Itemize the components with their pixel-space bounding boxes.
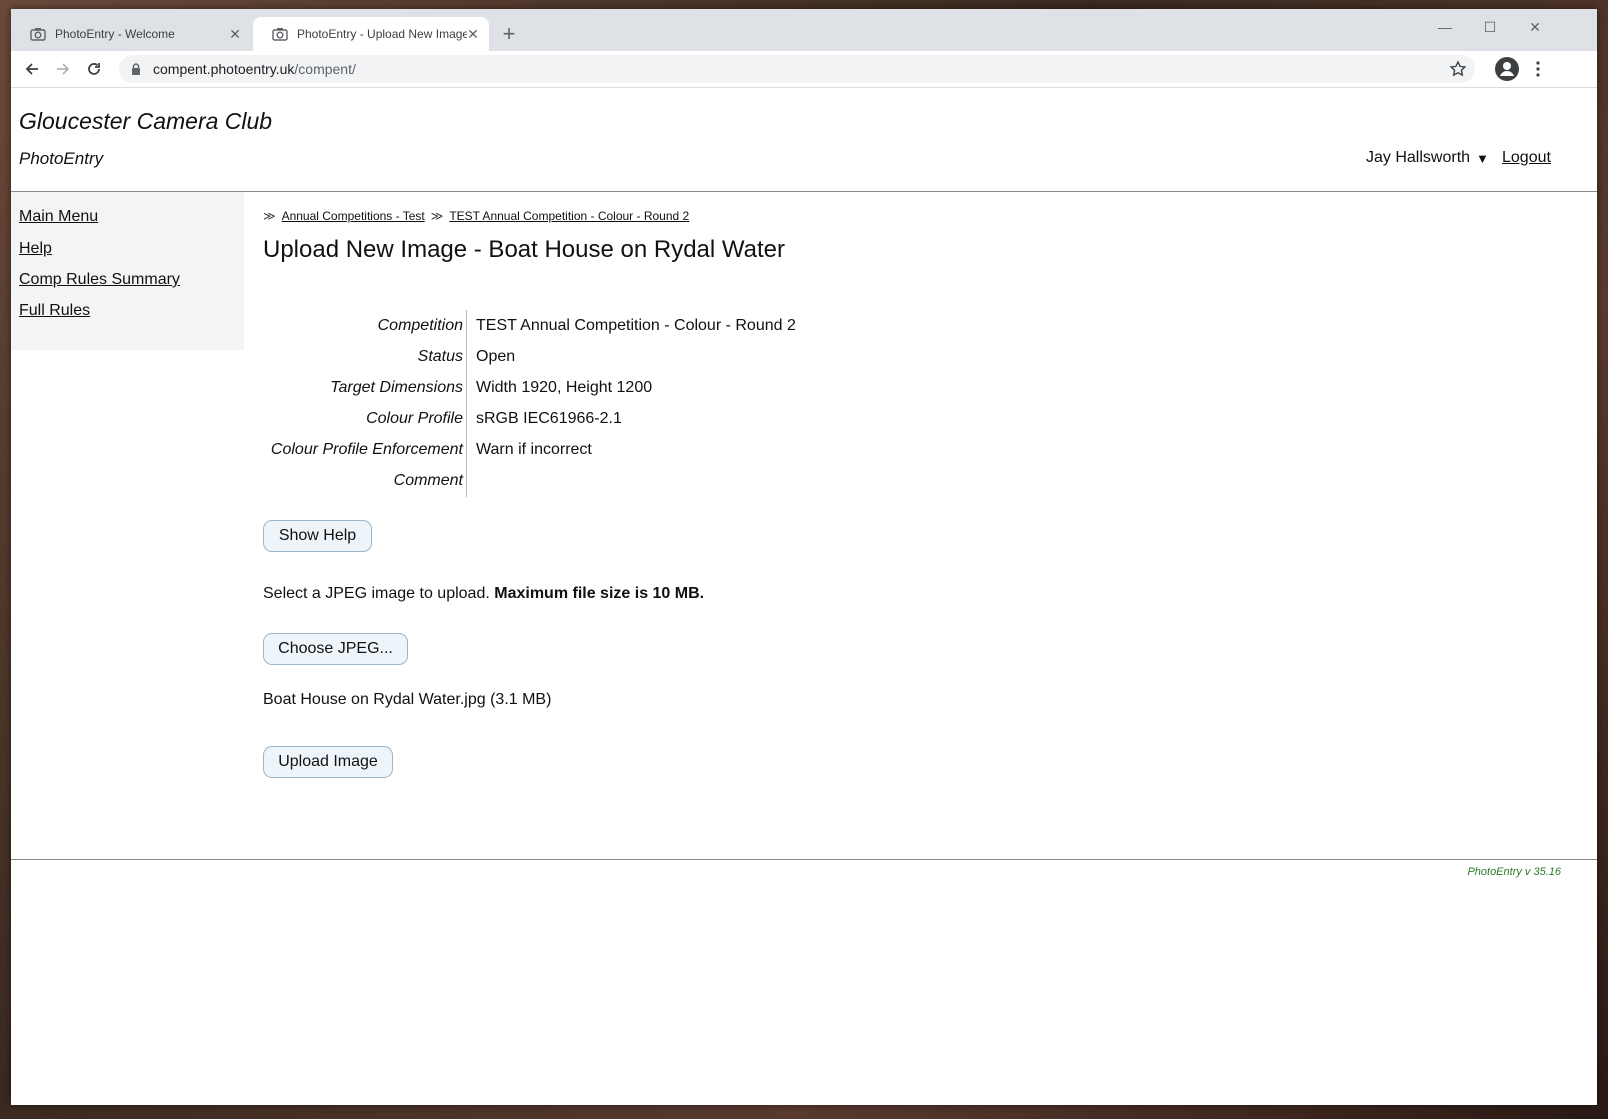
reload-icon[interactable] bbox=[80, 55, 108, 83]
url-path: /compent/ bbox=[294, 61, 356, 77]
breadcrumb-link-competition-round[interactable]: TEST Annual Competition - Colour - Round… bbox=[449, 209, 689, 223]
max-file-size-text: Maximum file size is 10 MB. bbox=[494, 585, 705, 602]
tab-title: PhotoEntry - Upload New Image bbox=[297, 27, 467, 41]
detail-label: Target Dimensions bbox=[330, 378, 463, 396]
detail-label: Colour Profile bbox=[366, 409, 463, 427]
sidebar-item-main-menu[interactable]: Main Menu bbox=[19, 208, 98, 226]
detail-value: sRGB IEC61966-2.1 bbox=[476, 409, 622, 427]
detail-label: Status bbox=[417, 347, 463, 365]
new-tab-plus-icon[interactable]: + bbox=[497, 23, 521, 47]
sidebar: Main Menu Help Comp Rules Summary Full R… bbox=[11, 192, 244, 350]
sidebar-item-comp-rules-summary[interactable]: Comp Rules Summary bbox=[19, 271, 180, 289]
detail-label: Competition bbox=[377, 316, 463, 334]
detail-value: Warn if incorrect bbox=[476, 440, 592, 458]
user-name: Jay Hallsworth bbox=[1366, 149, 1471, 166]
minimize-icon[interactable]: — bbox=[1425, 15, 1465, 39]
browser-toolbar: compent.photoentry.uk/compent/ bbox=[11, 51, 1597, 88]
logout-link[interactable]: Logout bbox=[1502, 149, 1551, 167]
detail-value: Width 1920, Height 1200 bbox=[476, 378, 653, 396]
choose-jpeg-button[interactable]: Choose JPEG... bbox=[263, 633, 408, 665]
lock-icon bbox=[131, 62, 143, 76]
maximize-icon[interactable]: ☐ bbox=[1470, 15, 1510, 39]
version-label: PhotoEntry v 35.16 bbox=[1467, 866, 1561, 878]
detail-value: TEST Annual Competition - Colour - Round… bbox=[476, 316, 796, 334]
detail-label: Comment bbox=[393, 471, 463, 489]
breadcrumb-separator: ≫ bbox=[263, 209, 276, 223]
breadcrumb-link-annual-competitions[interactable]: Annual Competitions - Test bbox=[282, 209, 425, 223]
user-menu[interactable]: Jay Hallsworth ▼ bbox=[1366, 149, 1489, 167]
bookmark-star-icon[interactable] bbox=[1449, 60, 1467, 78]
footer-divider bbox=[11, 859, 1597, 860]
back-arrow-icon[interactable] bbox=[18, 55, 46, 83]
upload-image-button[interactable]: Upload Image bbox=[263, 746, 393, 778]
caret-down-icon: ▼ bbox=[1476, 150, 1489, 166]
header-divider bbox=[11, 191, 1597, 192]
sidebar-item-full-rules[interactable]: Full Rules bbox=[19, 302, 90, 320]
site-title: Gloucester Camera Club bbox=[19, 108, 273, 134]
browser-tab-upload[interactable]: PhotoEntry - Upload New Image ✕ bbox=[253, 17, 489, 51]
camera-icon bbox=[272, 26, 288, 42]
profile-avatar-icon[interactable] bbox=[1494, 56, 1520, 82]
sidebar-item-help[interactable]: Help bbox=[19, 240, 52, 258]
url-host: compent.photoentry.uk bbox=[153, 61, 295, 77]
upload-instructions: Select a JPEG image to upload. Maximum f… bbox=[263, 585, 704, 603]
page-content: Gloucester Camera Club PhotoEntry Jay Ha… bbox=[11, 88, 1597, 1105]
page-title: Upload New Image - Boat House on Rydal W… bbox=[263, 236, 786, 263]
close-icon[interactable]: ✕ bbox=[227, 26, 243, 42]
camera-icon bbox=[30, 26, 46, 42]
browser-menu-icon[interactable] bbox=[1528, 56, 1548, 82]
window-close-icon[interactable]: ✕ bbox=[1515, 15, 1555, 39]
detail-value: Open bbox=[476, 347, 516, 365]
address-bar[interactable]: compent.photoentry.uk/compent/ bbox=[119, 55, 1475, 83]
forward-arrow-icon[interactable] bbox=[49, 55, 77, 83]
details-divider bbox=[466, 310, 467, 497]
browser-window: PhotoEntry - Welcome ✕ PhotoEntry - Uplo… bbox=[11, 9, 1597, 1105]
tab-strip: PhotoEntry - Welcome ✕ PhotoEntry - Uplo… bbox=[11, 9, 1597, 51]
browser-tab-welcome[interactable]: PhotoEntry - Welcome ✕ bbox=[11, 17, 251, 51]
select-image-text: Select a JPEG image to upload. bbox=[263, 585, 490, 602]
tab-title: PhotoEntry - Welcome bbox=[55, 27, 175, 41]
site-subtitle: PhotoEntry bbox=[19, 149, 104, 168]
breadcrumb-separator: ≫ bbox=[430, 209, 444, 223]
detail-label: Colour Profile Enforcement bbox=[270, 440, 463, 458]
close-icon[interactable]: ✕ bbox=[465, 26, 481, 42]
selected-file-name: Boat House on Rydal Water.jpg (3.1 MB) bbox=[263, 691, 552, 708]
breadcrumb: ≫ Annual Competitions - Test ≫ TEST Annu… bbox=[263, 209, 695, 223]
show-help-button[interactable]: Show Help bbox=[263, 520, 372, 552]
